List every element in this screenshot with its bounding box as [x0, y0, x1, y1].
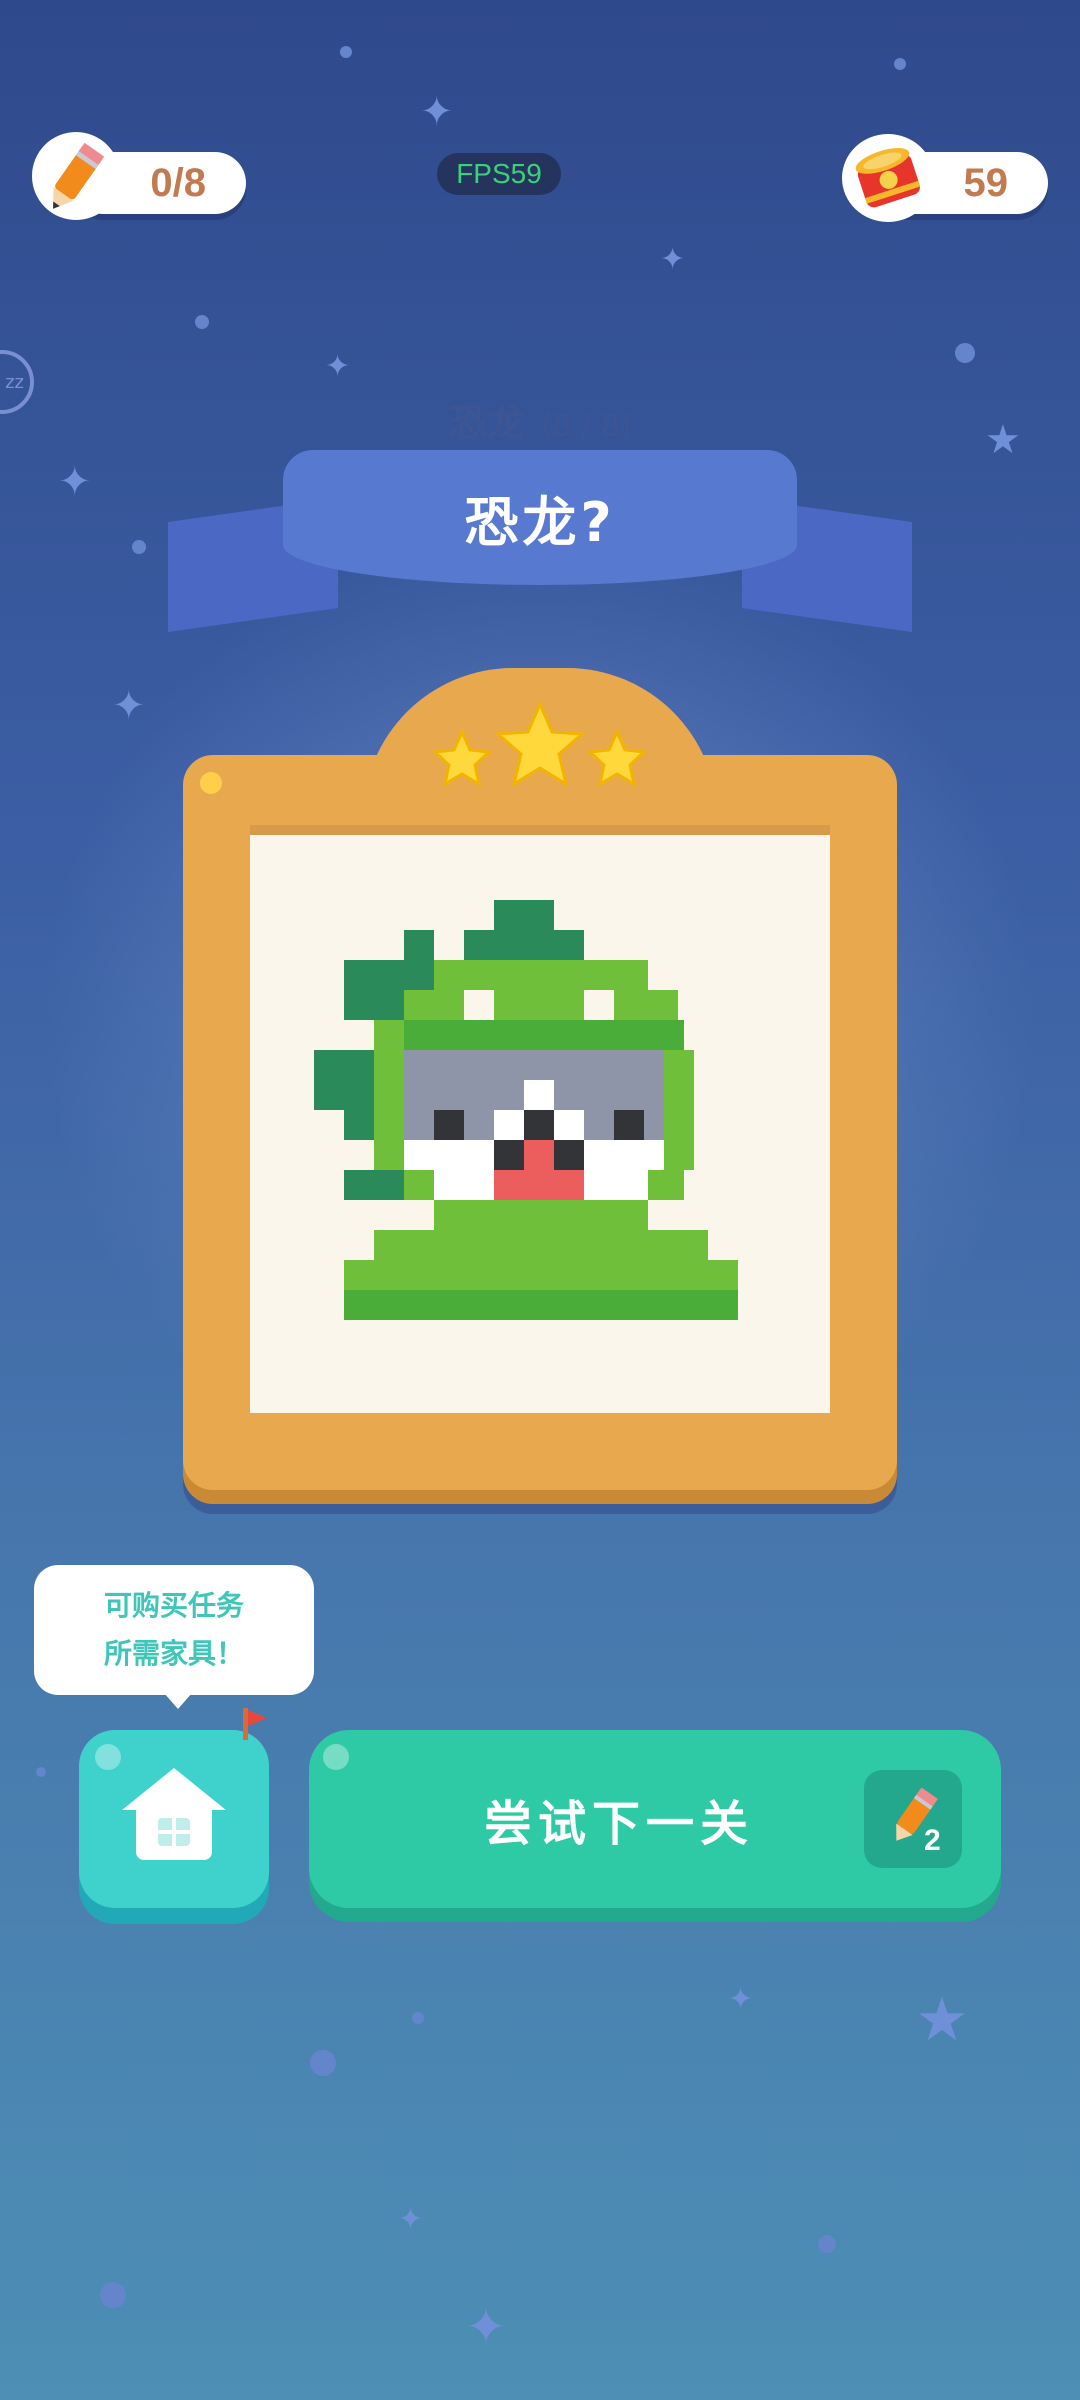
dinosaur-pixel-art	[314, 900, 738, 1320]
sparkle-icon: ✦	[398, 2202, 424, 2237]
can-icon	[842, 134, 934, 222]
level-name: 恐龙	[448, 401, 525, 445]
sparkle-icon: ★	[915, 1985, 969, 2055]
next-level-cost: 2	[924, 1824, 941, 1857]
pencil-icon	[32, 132, 120, 220]
sparkle-icon: ✦	[420, 89, 454, 135]
pencil-count: 0/8	[150, 160, 206, 205]
try-next-level-button[interactable]: 尝试下一关 2	[309, 1730, 1001, 1908]
background-dot	[818, 2235, 836, 2253]
tip-line-2: 所需家具！	[103, 1637, 244, 1670]
level-title: 恐龙?	[464, 491, 616, 554]
background-dot	[36, 1767, 46, 1777]
next-level-label: 尝试下一关	[483, 1796, 754, 1852]
coin-count: 59	[963, 160, 1009, 205]
background-dot	[955, 343, 975, 363]
fps-indicator: FPS59	[437, 153, 561, 195]
sparkle-icon: ✦	[325, 349, 351, 384]
background-dot	[340, 46, 352, 58]
level-label: 恐龙 (8 / 8)	[0, 392, 1080, 447]
flag-icon	[243, 1708, 267, 1740]
pencil-cost-badge: 2	[864, 1770, 962, 1868]
home-button[interactable]	[79, 1708, 269, 1908]
title-ribbon: 恐龙?	[283, 450, 797, 585]
sparkle-icon: ✦	[465, 2298, 507, 2356]
star-icon	[494, 700, 586, 788]
background-dot	[100, 2282, 126, 2308]
home-icon	[122, 1768, 226, 1860]
rating-stars	[431, 700, 648, 788]
star-icon	[586, 728, 648, 788]
background-dot	[310, 2050, 336, 2076]
sparkle-icon: ✦	[728, 1982, 754, 2017]
background-dot	[412, 2012, 424, 2024]
star-icon	[431, 728, 493, 788]
background-dot	[894, 58, 906, 70]
tip-line-1: 可购买任务	[103, 1589, 244, 1622]
sparkle-icon: ✦	[58, 459, 92, 505]
furniture-tip-bubble: 可购买任务 所需家具！	[34, 1565, 314, 1709]
background-dot	[195, 315, 209, 329]
background-dot	[132, 540, 146, 554]
level-progress: (8 / 8)	[540, 409, 632, 444]
pixel-canvas	[250, 825, 830, 1413]
sparkle-icon: ✦	[660, 242, 686, 277]
